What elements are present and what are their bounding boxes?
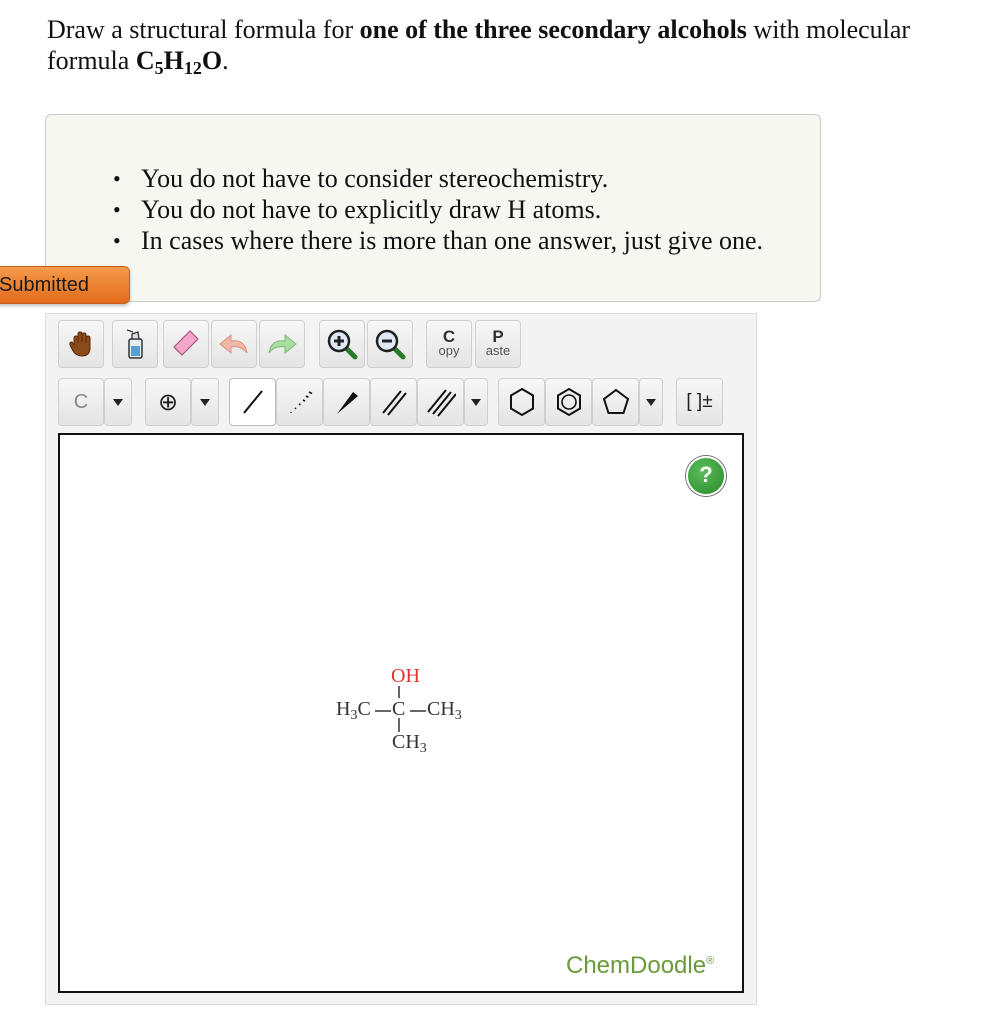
spray-bottle-icon xyxy=(126,329,143,359)
hint-item: You do not have to consider stereochemis… xyxy=(113,163,763,194)
bond-dropdown-button[interactable] xyxy=(464,378,488,426)
charge-dropdown-button[interactable] xyxy=(191,378,219,426)
hint-item: You do not have to explicitly draw H ato… xyxy=(113,194,763,225)
bracket-charge-button[interactable]: [ ]± xyxy=(676,378,723,426)
zoom-in-icon xyxy=(327,329,358,360)
triple-bond-button[interactable] xyxy=(417,378,464,426)
benzene-icon xyxy=(556,387,581,417)
pentagon-icon xyxy=(602,388,629,414)
copy-button[interactable]: Copy xyxy=(426,320,472,368)
chevron-down-icon xyxy=(200,398,210,406)
methyl-bottom: CH3 xyxy=(392,731,427,756)
chevron-down-icon xyxy=(113,398,123,406)
submitted-badge: Submitted xyxy=(0,266,130,304)
atom-label-button[interactable]: C xyxy=(58,378,104,426)
cyclohexane-button[interactable] xyxy=(498,378,545,426)
question-prefix: Draw a structural formula for xyxy=(47,15,360,44)
single-bond-icon xyxy=(242,390,263,414)
benzene-button[interactable] xyxy=(545,378,592,426)
single-bond-button[interactable] xyxy=(229,378,276,426)
atom-dropdown-button[interactable] xyxy=(104,378,132,426)
hints-list: You do not have to consider stereochemis… xyxy=(113,163,763,256)
clear-button[interactable] xyxy=(112,320,158,368)
undo-button[interactable] xyxy=(211,320,257,368)
zoom-out-button[interactable] xyxy=(367,320,413,368)
methyl-right: CH3 xyxy=(427,698,462,723)
hashed-bond-icon xyxy=(289,391,312,413)
paste-label: Paste xyxy=(485,327,511,358)
hand-tool-button[interactable] xyxy=(58,320,104,368)
central-carbon: C xyxy=(392,698,406,720)
question-text: Draw a structural formula for one of the… xyxy=(47,14,977,78)
dashed-bond-button[interactable] xyxy=(276,378,323,426)
redo-icon xyxy=(268,333,297,355)
molecular-formula: C5H12O xyxy=(135,46,223,78)
hand-icon xyxy=(69,331,91,357)
zoom-in-button[interactable] xyxy=(319,320,365,368)
eraser-button[interactable] xyxy=(163,320,209,368)
double-bond-icon xyxy=(381,390,407,416)
wedge-bond-icon xyxy=(336,392,358,414)
wedge-bond-button[interactable] xyxy=(323,378,370,426)
undo-icon xyxy=(219,333,248,355)
triple-bond-icon xyxy=(426,389,456,417)
redo-button[interactable] xyxy=(259,320,305,368)
copy-label: Copy xyxy=(438,327,460,358)
paste-button[interactable]: Paste xyxy=(475,320,521,368)
hexagon-icon xyxy=(509,387,534,417)
chemdoodle-brand: ChemDoodle® xyxy=(566,952,715,979)
ring-dropdown-button[interactable] xyxy=(639,378,663,426)
cyclopentane-button[interactable] xyxy=(592,378,639,426)
eraser-icon xyxy=(173,330,199,356)
double-bond-button[interactable] xyxy=(370,378,417,426)
help-button[interactable]: ? xyxy=(686,456,726,496)
question-suffix: . xyxy=(222,46,229,75)
hint-item: In cases where there is more than one an… xyxy=(113,225,763,256)
chevron-down-icon xyxy=(646,398,656,406)
charge-button[interactable]: ⊕ xyxy=(145,378,191,426)
methyl-left: H3C xyxy=(336,698,371,723)
chevron-down-icon xyxy=(471,398,481,406)
hints-panel: You do not have to consider stereochemis… xyxy=(45,114,821,302)
zoom-out-icon xyxy=(375,329,406,360)
question-emphasis: one of the three secondary alcohols xyxy=(359,15,747,44)
